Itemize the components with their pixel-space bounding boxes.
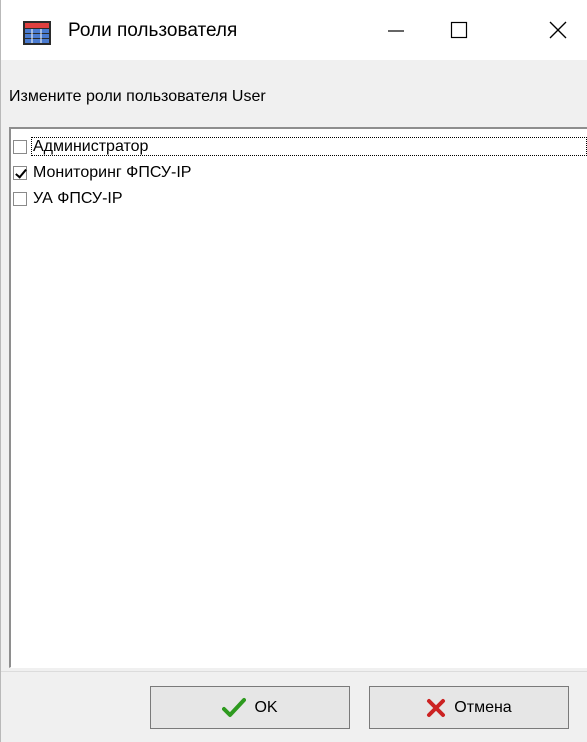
cancel-button[interactable]: Отмена [369, 686, 569, 729]
maximize-icon [450, 21, 468, 39]
role-label: Администратор [33, 138, 149, 155]
role-item-administrator[interactable]: Администратор [13, 137, 148, 157]
minimize-icon [388, 30, 404, 32]
close-icon [549, 21, 566, 39]
app-grid-icon [23, 21, 51, 45]
role-checkbox[interactable] [13, 192, 27, 206]
role-checkbox[interactable] [13, 140, 27, 154]
role-label: УА ФПСУ-IP [33, 190, 123, 207]
ok-button-label: OK [254, 698, 278, 716]
title-bar[interactable]: Роли пользователя [1, 0, 587, 60]
cancel-button-label: Отмена [454, 698, 512, 716]
user-roles-dialog: Роли пользователя Измените роли пользова… [0, 0, 587, 742]
roles-checklist[interactable]: Администратор Мониторинг ФПСУ-IP УА ФПСУ… [9, 127, 587, 668]
ok-button[interactable]: OK [150, 686, 350, 729]
window-title: Роли пользователя [68, 20, 238, 41]
role-checkbox[interactable] [13, 166, 27, 180]
checkmark-icon [222, 697, 247, 719]
close-button[interactable] [527, 0, 587, 60]
footer-divider [1, 671, 587, 672]
cross-icon [426, 698, 446, 718]
role-label: Мониторинг ФПСУ-IP [33, 164, 192, 181]
role-item-monitoring[interactable]: Мониторинг ФПСУ-IP [13, 163, 191, 183]
maximize-button[interactable] [429, 0, 489, 60]
prompt-label: Измените роли пользователя User [9, 88, 266, 105]
role-item-ua[interactable]: УА ФПСУ-IP [13, 189, 123, 209]
minimize-button[interactable] [366, 0, 426, 60]
